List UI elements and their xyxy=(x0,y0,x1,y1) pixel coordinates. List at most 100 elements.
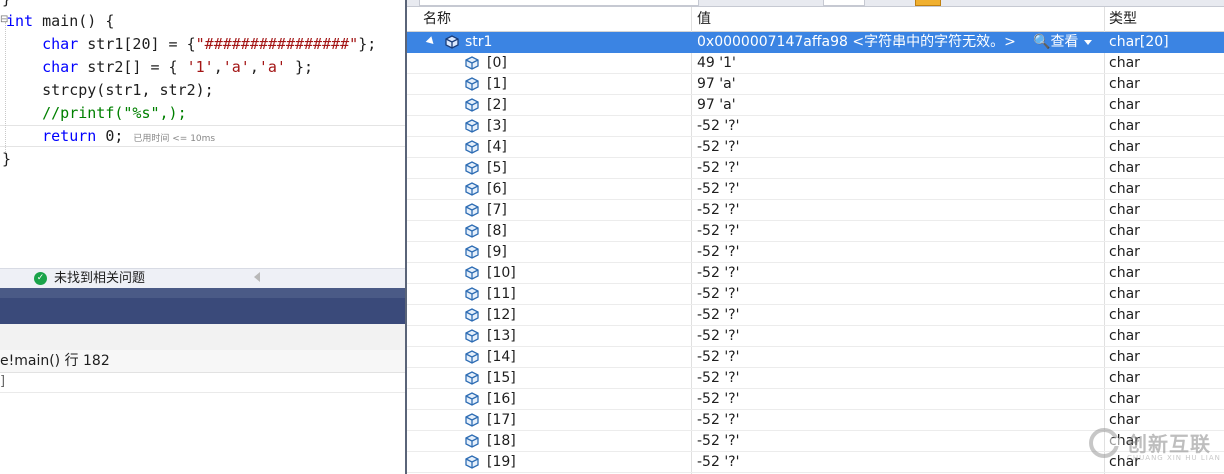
watch-row[interactable]: [14] -52 '?' char xyxy=(407,347,1224,368)
watch-row[interactable]: [1] 97 'a' char xyxy=(407,74,1224,95)
watch-row[interactable]: [13] -52 '?' char xyxy=(407,326,1224,347)
code-line[interactable]: char str2[] = { '1','a','a' }; xyxy=(6,56,313,78)
variable-cube-icon xyxy=(465,413,479,427)
watch-value: -52 '?' xyxy=(697,223,740,239)
watch-name: [1] xyxy=(487,76,507,92)
code-line[interactable]: return 0; 已用时间 <= 10ms xyxy=(6,125,215,147)
watch-name: [18] xyxy=(487,433,516,449)
watch-row[interactable]: [3] -52 '?' char xyxy=(407,116,1224,137)
watch-row[interactable]: [2] 97 'a' char xyxy=(407,95,1224,116)
watch-row[interactable]: [10] -52 '?' char xyxy=(407,263,1224,284)
column-header-value[interactable]: 值 xyxy=(697,7,711,31)
code-token: strcpy(str1, str2); xyxy=(6,81,214,99)
watch-value: -52 '?' xyxy=(697,307,740,323)
variable-cube-icon xyxy=(465,434,479,448)
elapsed-time-hint: 已用时间 <= 10ms xyxy=(133,134,216,144)
watch-type: char xyxy=(1109,55,1140,71)
watch-row[interactable]: [8] -52 '?' char xyxy=(407,221,1224,242)
chevron-down-icon[interactable] xyxy=(1084,39,1093,45)
collapse-arrow-icon[interactable] xyxy=(425,36,437,47)
code-token: int xyxy=(6,12,34,30)
code-token: 'a' xyxy=(222,58,250,76)
watch-type: char xyxy=(1109,307,1140,323)
watch-type: char xyxy=(1109,139,1140,155)
variable-cube-icon xyxy=(465,287,479,301)
code-token: main() { xyxy=(33,12,115,30)
watch-value: -52 '?' xyxy=(697,181,740,197)
watch-type: char xyxy=(1109,370,1140,386)
variable-cube-icon xyxy=(465,455,479,469)
column-header-type[interactable]: 类型 xyxy=(1109,7,1137,31)
code-line[interactable]: //printf("%s",); xyxy=(6,102,187,124)
code-token: } xyxy=(2,150,12,168)
issues-status-text: 未找到相关问题 xyxy=(54,271,146,286)
watch-value: -52 '?' xyxy=(697,244,740,260)
watch-value: -52 '?' xyxy=(697,265,740,281)
search-depth-dropdown[interactable] xyxy=(823,0,865,6)
watch-name: [6] xyxy=(487,181,507,197)
panel-divider xyxy=(0,288,405,298)
toolbar-icon[interactable] xyxy=(915,0,941,6)
code-line[interactable]: int main() { xyxy=(6,10,114,32)
watch-name: [9] xyxy=(487,244,507,260)
watermark-mark-icon xyxy=(1089,428,1121,458)
call-stack-header xyxy=(0,324,405,351)
watch-type: char xyxy=(1109,76,1140,92)
code-line[interactable]: char str1[20] = {"################"}; xyxy=(6,33,376,55)
variable-cube-icon xyxy=(465,245,479,259)
watch-row[interactable]: [15] -52 '?' char xyxy=(407,368,1224,389)
code-line[interactable]: } xyxy=(2,0,11,10)
watch-name: [17] xyxy=(487,412,516,428)
watch-value: -52 '?' xyxy=(697,328,740,344)
code-line[interactable]: } xyxy=(2,148,11,170)
watch-row[interactable]: [6] -52 '?' char xyxy=(407,179,1224,200)
watch-value: -52 '?' xyxy=(697,412,740,428)
watch-row[interactable]: [5] -52 '?' char xyxy=(407,158,1224,179)
watch-value: -52 '?' xyxy=(697,160,740,176)
view-visualizer-button[interactable]: 🔍查看 xyxy=(1033,32,1093,52)
call-stack-frame-row[interactable]: e!main() 行 182 xyxy=(0,350,405,373)
watch-name: [11] xyxy=(487,286,516,302)
watch-name: [3] xyxy=(487,118,507,134)
code-editor[interactable]: ⊟ }int main() { char str1[20] = {"######… xyxy=(0,0,405,268)
call-stack-frame-row[interactable]: ] xyxy=(0,372,405,393)
search-input[interactable] xyxy=(419,0,699,6)
watch-name: [14] xyxy=(487,349,516,365)
watch-name: [4] xyxy=(487,139,507,155)
variable-cube-icon xyxy=(465,224,479,238)
watch-row[interactable]: [11] -52 '?' char xyxy=(407,284,1224,305)
variable-cube-icon xyxy=(465,98,479,112)
watermark-logo: 创新互联 CHUANG XIN HU LIAN xyxy=(1075,418,1224,474)
variable-cube-icon xyxy=(465,161,479,175)
issues-status-bar: ✓ 未找到相关问题 xyxy=(0,268,405,289)
call-stack-frame-text: e!main() 行 182 xyxy=(0,353,110,369)
watch-row[interactable]: [0] 49 '1' char xyxy=(407,53,1224,74)
code-token: 0; xyxy=(96,127,124,145)
watch-row[interactable]: [9] -52 '?' char xyxy=(407,242,1224,263)
watch-row[interactable]: [4] -52 '?' char xyxy=(407,137,1224,158)
code-token: }; xyxy=(285,58,314,76)
tool-window-title-bar xyxy=(0,298,405,324)
watch-toolbar xyxy=(407,0,1224,7)
watch-row[interactable]: [7] -52 '?' char xyxy=(407,200,1224,221)
column-header-name[interactable]: 名称 xyxy=(423,7,451,31)
watch-type: char xyxy=(1109,181,1140,197)
watch-type: char xyxy=(1109,244,1140,260)
watch-name: [10] xyxy=(487,265,516,281)
code-token: "################" xyxy=(195,35,359,53)
watch-row[interactable]: [16] -52 '?' char xyxy=(407,389,1224,410)
code-token: str2[] = { xyxy=(78,58,187,76)
watermark-subtitle: CHUANG XIN HU LIAN xyxy=(1127,454,1221,462)
watch-value: -52 '?' xyxy=(697,433,740,449)
variable-cube-icon xyxy=(465,329,479,343)
watch-window[interactable]: 名称 值 类型 str1 0x0000007147affa98 <字符串中的字符… xyxy=(405,0,1224,474)
variable-cube-icon xyxy=(465,77,479,91)
code-token: , xyxy=(249,58,259,76)
watch-row-str1[interactable]: str1 0x0000007147affa98 <字符串中的字符无效。> 🔍查看… xyxy=(407,32,1224,53)
watch-column-header: 名称 值 类型 xyxy=(407,7,1224,32)
watch-row[interactable]: [12] -52 '?' char xyxy=(407,305,1224,326)
watch-type: char xyxy=(1109,286,1140,302)
scroll-left-arrow-icon[interactable] xyxy=(254,272,260,282)
code-line[interactable]: strcpy(str1, str2); xyxy=(6,79,214,101)
code-token: 'a' xyxy=(258,58,286,76)
